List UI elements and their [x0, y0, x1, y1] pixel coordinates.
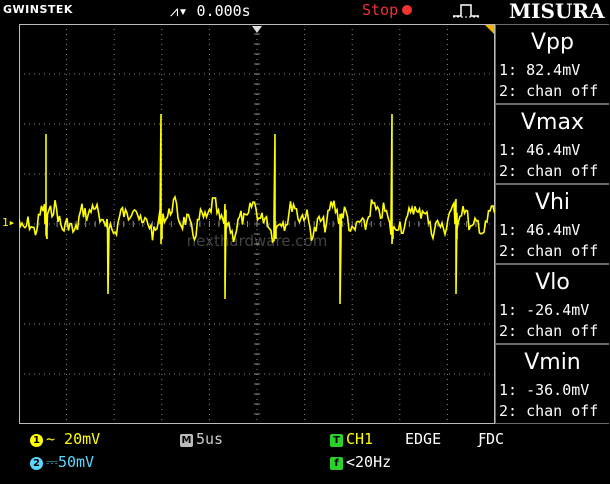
timebase[interactable]: M 5us	[180, 430, 223, 448]
brand-logo: GWINSTEK	[3, 3, 73, 16]
frequency-counter: f <20Hz	[330, 453, 391, 471]
measurement-name: Vhi	[534, 190, 571, 215]
trigger-source: CH1	[346, 430, 374, 448]
ch1-ground-marker: 1▸	[2, 216, 16, 229]
measurement-name: Vmin	[524, 350, 581, 375]
stop-indicator-icon	[402, 5, 413, 15]
run-status-label: Stop	[362, 1, 399, 19]
frequency-value: <20Hz	[346, 453, 392, 471]
timebase-value: 5us	[196, 430, 224, 448]
trigger-type[interactable]: EDGE	[405, 430, 441, 448]
measurement-name: Vmax	[521, 110, 584, 135]
trigger-settings[interactable]: T CH1	[330, 430, 373, 448]
trigger-badge-icon: T	[330, 434, 343, 447]
measurement-vhi[interactable]: Vhi 1: 46.4mV 2: chan off	[495, 184, 609, 264]
measurement-panel: Vpp 1: 82.4mV 2: chan off Vmax 1: 46.4mV…	[495, 24, 610, 424]
watermark: nexthardware.com	[187, 232, 328, 250]
measurement-ch1-value: 1: 46.4mV	[499, 141, 581, 159]
measurement-vpp[interactable]: Vpp 1: 82.4mV 2: chan off	[495, 24, 609, 104]
measurement-ch2-value: 2: chan off	[499, 82, 599, 100]
measurement-name: Vpp	[531, 30, 574, 55]
measurement-vmax[interactable]: Vmax 1: 46.4mV 2: chan off	[495, 104, 609, 184]
trigger-position-readout: ⩘▾ 0.000s	[170, 2, 251, 20]
measurement-name: Vlo	[535, 270, 570, 295]
misura-label: MISURA	[509, 0, 605, 23]
trigger-coupling[interactable]: ƑDC	[477, 430, 504, 448]
ch1-scale[interactable]: 1 ~ 20mV	[30, 430, 100, 448]
measurement-ch1-value: 1: -26.4mV	[499, 301, 590, 319]
measurement-vmin[interactable]: Vmin 1: -36.0mV 2: chan off	[495, 344, 609, 424]
ch1-badge-icon: 1	[30, 434, 43, 447]
timebase-badge-icon: M	[180, 434, 193, 447]
measurement-ch1-value: 1: -36.0mV	[499, 381, 590, 399]
ch2-scale-value: ⎓50mV	[46, 453, 95, 471]
measurement-ch2-value: 2: chan off	[499, 242, 599, 260]
measurement-ch2-value: 2: chan off	[499, 162, 599, 180]
measurement-ch1-value: 1: 82.4mV	[499, 61, 581, 79]
ch2-badge-icon: 2	[30, 457, 43, 470]
measurement-vlo[interactable]: Vlo 1: -26.4mV 2: chan off	[495, 264, 609, 344]
rising-edge-icon	[453, 4, 479, 18]
top-status-bar: GWINSTEK ⩘▾ 0.000s Stop MISURA	[0, 0, 610, 23]
frequency-badge-icon: f	[330, 457, 343, 470]
bottom-status-bar: 1 ~ 20mV 2 ⎓50mV M 5us T CH1 EDGE ƑDC f <20Hz	[0, 426, 610, 484]
ch2-scale[interactable]: 2 ⎓50mV	[30, 453, 94, 471]
measurement-ch2-value: 2: chan off	[499, 322, 599, 340]
measurement-ch2-value: 2: chan off	[499, 402, 599, 420]
ch1-scale-value: ~ 20mV	[46, 430, 101, 448]
run-stop-status[interactable]: Stop	[362, 1, 413, 19]
waveform-display: nexthardware.com	[19, 24, 495, 424]
measurement-ch1-value: 1: 46.4mV	[499, 221, 581, 239]
